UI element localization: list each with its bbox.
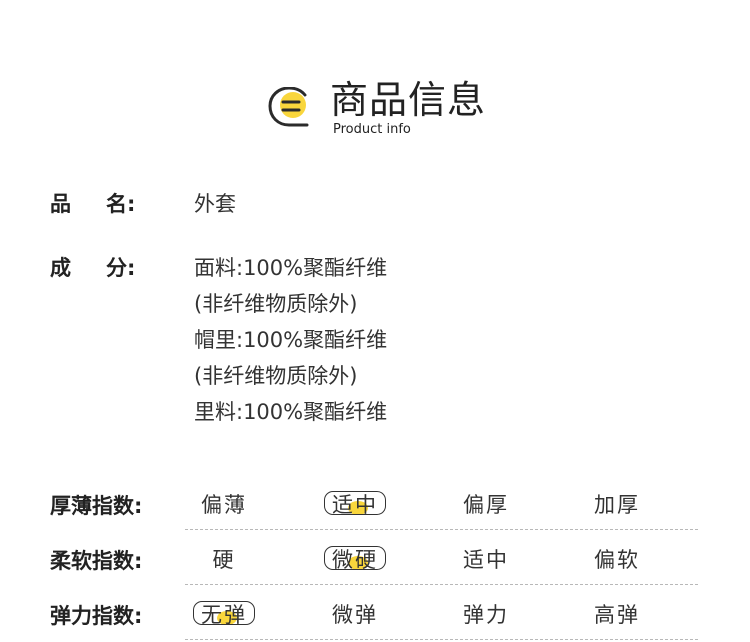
product-name-label: 品名: — [50, 192, 136, 216]
composition-line: 帽里:100%聚酯纤维 — [194, 328, 388, 352]
composition-line: (非纤维物质除外) — [194, 364, 358, 388]
thickness-option: 适中 — [320, 487, 390, 523]
document-lines-icon — [268, 87, 309, 127]
elasticity-index-label: 弹力指数: — [50, 604, 143, 628]
softness-option: 偏软 — [594, 548, 640, 572]
elasticity-option: 高弹 — [594, 603, 640, 627]
elasticity-option: 微弹 — [332, 603, 378, 627]
composition-line: 里料:100%聚酯纤维 — [194, 400, 388, 424]
composition-label: 成分: — [50, 256, 136, 280]
section-header: 商品信息 Product info — [267, 78, 507, 140]
thickness-index-label: 厚薄指数: — [50, 494, 143, 518]
elasticity-option: 弹力 — [463, 603, 509, 627]
elasticity-option: 无弹 — [189, 597, 259, 633]
thickness-option: 偏薄 — [201, 493, 247, 517]
softness-option: 硬 — [212, 548, 236, 572]
thickness-option: 加厚 — [594, 493, 640, 517]
elasticity-index-row: 弹力指数: 无弹 微弹 弹力 高弹 — [0, 597, 750, 640]
section-subtitle: Product info — [333, 122, 411, 137]
thickness-index-row: 厚薄指数: 偏薄 适中 偏厚 加厚 — [0, 487, 750, 530]
softness-index-label: 柔软指数: — [50, 549, 143, 573]
softness-option: 微硬 — [320, 542, 390, 578]
dashed-divider — [185, 584, 698, 585]
thickness-option: 偏厚 — [463, 493, 509, 517]
section-title: 商品信息 — [330, 78, 487, 122]
composition-line: 面料:100%聚酯纤维 — [194, 256, 388, 280]
dashed-divider — [185, 529, 698, 530]
composition-line: (非纤维物质除外) — [194, 292, 358, 316]
dashed-divider — [185, 639, 698, 640]
softness-option: 适中 — [463, 548, 509, 572]
product-name-value: 外套 — [194, 192, 236, 216]
softness-index-row: 柔软指数: 硬 微硬 适中 偏软 — [0, 542, 750, 585]
composition-list: 面料:100%聚酯纤维 (非纤维物质除外) 帽里:100%聚酯纤维 (非纤维物质… — [194, 250, 387, 430]
